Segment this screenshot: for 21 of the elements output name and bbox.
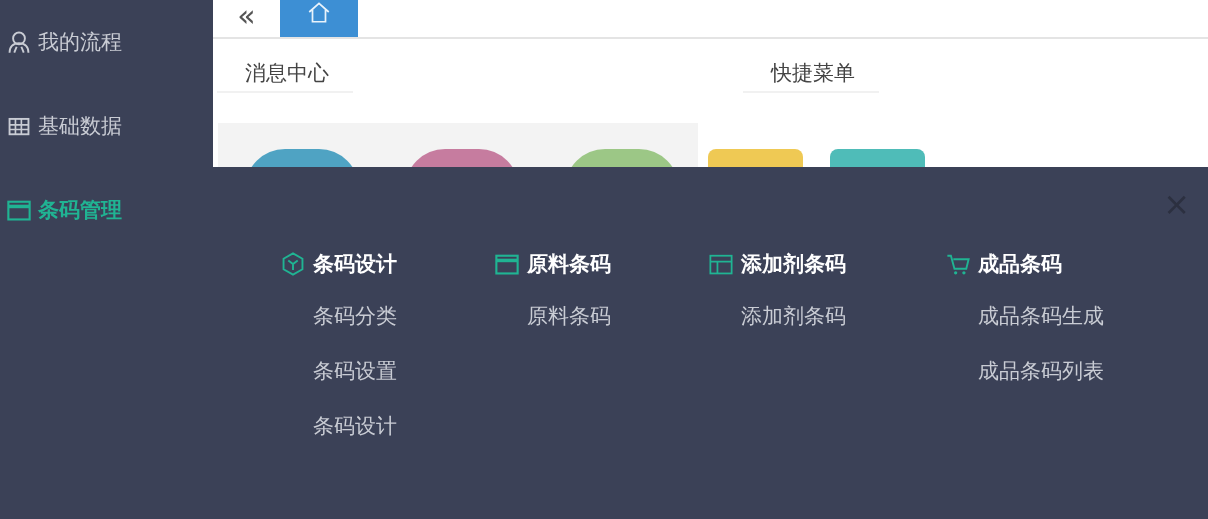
panel-title: 消息中心 (217, 39, 353, 93)
menu-item[interactable]: 条码设置 (313, 357, 494, 391)
sidebar-item[interactable]: 我的流程 (0, 24, 213, 60)
menu-item[interactable]: 条码设计 (313, 412, 494, 446)
panel-title: 快捷菜单 (743, 39, 879, 93)
menu-item[interactable]: 成品条码列表 (978, 357, 1159, 391)
people-icon (6, 29, 32, 55)
sidebar-item[interactable]: 基础数据 (0, 108, 213, 144)
sidebar-item[interactable]: 条码管理 (0, 192, 213, 228)
menu-group-title: 成品条码 (978, 251, 1062, 278)
cube-icon (280, 251, 306, 277)
menu-group-title: 条码设计 (313, 251, 397, 278)
menu-item[interactable]: 成品条码生成 (978, 302, 1159, 336)
menu-group-title: 原料条码 (527, 251, 611, 278)
collapse-button[interactable]: « (233, 0, 260, 37)
menu-item[interactable]: 添加剂条码 (741, 302, 945, 336)
menu-group-title: 添加剂条码 (741, 251, 846, 278)
menu-item[interactable]: 条码分类 (313, 302, 494, 336)
home-tab[interactable] (280, 0, 358, 37)
menu-item[interactable]: 原料条码 (527, 302, 708, 336)
home-icon (306, 0, 332, 24)
